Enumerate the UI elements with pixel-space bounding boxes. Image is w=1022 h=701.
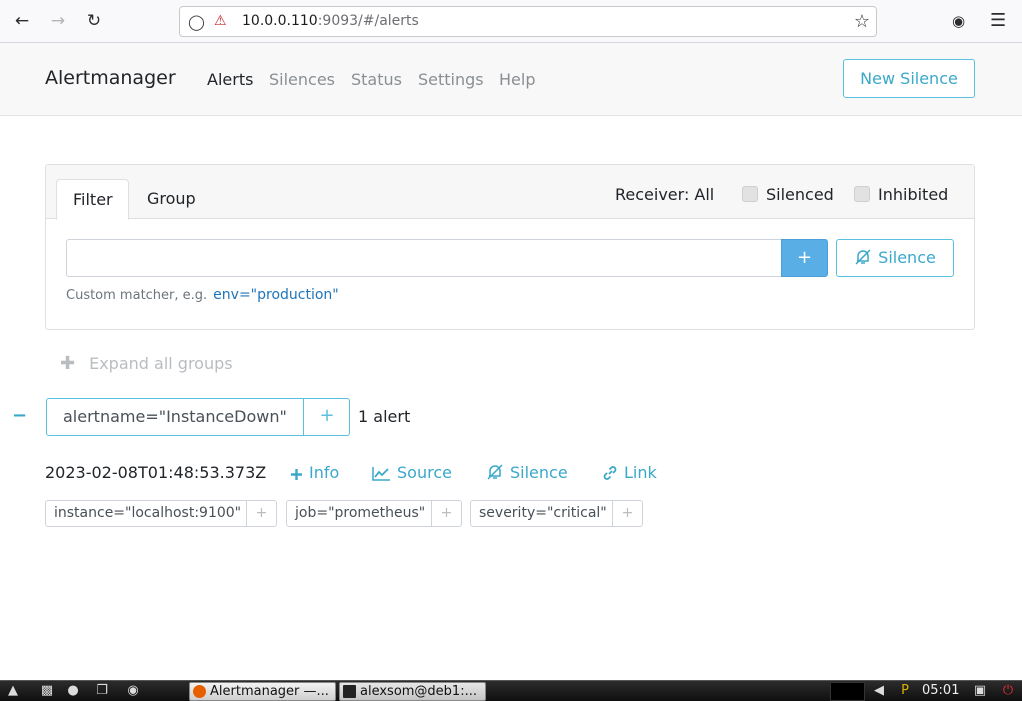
browser-toolbar: ← → ↻ ◯ ⚠ 10.0.0.110:9093/#/alerts ☆ ◉ ☰ [0,0,1022,43]
alert-label-text[interactable]: severity="critical" [479,505,607,521]
expand-all-groups-button[interactable]: ✚ Expand all groups [60,353,233,374]
expand-all-label: Expand all groups [89,354,233,373]
silence-alert-button[interactable]: Silence [486,463,568,482]
browser-launcher-icon[interactable]: ● [64,683,82,699]
windows-icon[interactable]: ❐ [93,683,111,699]
os-taskbar: ▲ ▩ ● ❐ ◉ Alertmanager —... alexsom@deb1… [0,680,1022,701]
group-label-button[interactable]: alertname="InstanceDown" + [46,398,350,436]
tab-group[interactable]: Group [131,179,212,220]
filter-card: Filter Group Receiver: All Silenced Inhi… [45,164,975,330]
link-icon [603,466,617,480]
nav-help[interactable]: Help [499,70,535,89]
chart-line-icon [372,467,390,481]
taskbar-task-label: Alertmanager —... [210,684,329,699]
add-label-filter-button[interactable]: + [246,501,276,526]
power-icon[interactable]: ⏻ [999,683,1017,699]
pocket-icon[interactable]: ◉ [952,12,965,30]
parcellite-icon[interactable]: P [896,683,914,699]
silenced-checkbox-label: Silenced [766,185,834,204]
url-host: 10.0.0.110 [242,13,318,29]
start-menu-icon[interactable]: ▲ [4,683,22,699]
volume-icon[interactable]: ◀ [870,683,888,699]
info-button[interactable]: Info [290,463,339,482]
alert-label-chip[interactable]: job="prometheus" + [286,500,462,527]
alert-label-text[interactable]: job="prometheus" [295,505,425,521]
matcher-input[interactable] [66,239,782,277]
back-icon[interactable]: ← [12,11,32,31]
link-label: Link [624,463,657,482]
clock[interactable]: 05:01 [922,683,959,698]
bookmark-star-icon[interactable]: ☆ [854,11,870,32]
taskbar-task-label: alexsom@deb1:... [360,684,477,699]
terminal-icon [343,685,356,698]
terminal-launcher-icon[interactable]: ▩ [38,683,56,699]
alert-label-chip[interactable]: severity="critical" + [470,500,643,527]
plus-icon: ✚ [60,353,76,374]
alert-count: 1 alert [358,407,411,426]
silenced-checkbox[interactable]: Silenced [742,185,834,204]
matcher-hint-text: Custom matcher, e.g. [66,288,208,303]
nav-settings[interactable]: Settings [418,70,484,89]
info-label: Info [309,463,340,482]
inhibited-checkbox-box[interactable] [854,186,870,202]
collapse-group-icon[interactable]: − [12,405,27,426]
plus-icon [291,469,302,480]
taskbar-task-firefox[interactable]: Alertmanager —... [189,682,336,701]
insecure-lock-icon[interactable]: ⚠ [214,13,227,29]
alert-label-chip[interactable]: instance="localhost:9100" + [45,500,277,527]
link-button[interactable]: Link [602,463,657,482]
silence-filter-button[interactable]: Silence [836,239,954,277]
hamburger-menu-icon[interactable]: ☰ [990,10,1006,31]
nav-status[interactable]: Status [351,70,402,89]
app-navbar: Alertmanager Alerts Silences Status Sett… [0,43,1022,116]
taskbar-task-terminal[interactable]: alexsom@deb1:... [339,682,486,701]
nav-silences[interactable]: Silences [269,70,335,89]
group-label-add-button[interactable]: + [303,399,350,435]
silenced-checkbox-box[interactable] [742,186,758,202]
tracking-shield-icon[interactable]: ◯ [188,13,205,31]
silence-filter-label: Silence [878,248,936,267]
firefox-launcher-icon[interactable]: ◉ [124,683,142,699]
network-icon[interactable]: ▣ [971,683,989,699]
tab-filter[interactable]: Filter [56,179,129,220]
matcher-hint: Custom matcher, e.g. env="production" [66,287,339,303]
add-label-filter-button[interactable]: + [612,501,642,526]
filter-card-header: Filter Group Receiver: All Silenced Inhi… [46,165,974,220]
cpu-monitor [830,682,865,701]
add-label-filter-button[interactable]: + [431,501,461,526]
forward-icon[interactable]: → [48,11,68,31]
source-label: Source [397,463,452,482]
inhibited-checkbox[interactable]: Inhibited [854,185,948,204]
bell-slash-icon [855,249,871,265]
receiver-selector[interactable]: Receiver: All [615,185,714,204]
silence-alert-label: Silence [510,463,568,482]
source-button[interactable]: Source [372,463,452,482]
firefox-icon [193,685,206,698]
url-text[interactable]: 10.0.0.110:9093/#/alerts [242,13,419,29]
alert-timestamp: 2023-02-08T01:48:53.373Z [45,463,267,482]
url-bar[interactable]: ◯ ⚠ 10.0.0.110:9093/#/alerts ☆ [179,6,877,37]
nav-alerts[interactable]: Alerts [207,70,253,89]
inhibited-checkbox-label: Inhibited [878,185,949,204]
add-matcher-button[interactable]: + [781,239,828,277]
brand-title[interactable]: Alertmanager [45,67,176,89]
group-label-text[interactable]: alertname="InstanceDown" [63,407,287,426]
matcher-hint-example[interactable]: env="production" [213,287,339,303]
reload-icon[interactable]: ↻ [84,11,104,31]
alert-label-text[interactable]: instance="localhost:9100" [54,505,241,521]
new-silence-button[interactable]: New Silence [843,59,975,98]
bell-slash-icon [487,464,503,480]
url-path: :9093/#/alerts [317,13,419,29]
